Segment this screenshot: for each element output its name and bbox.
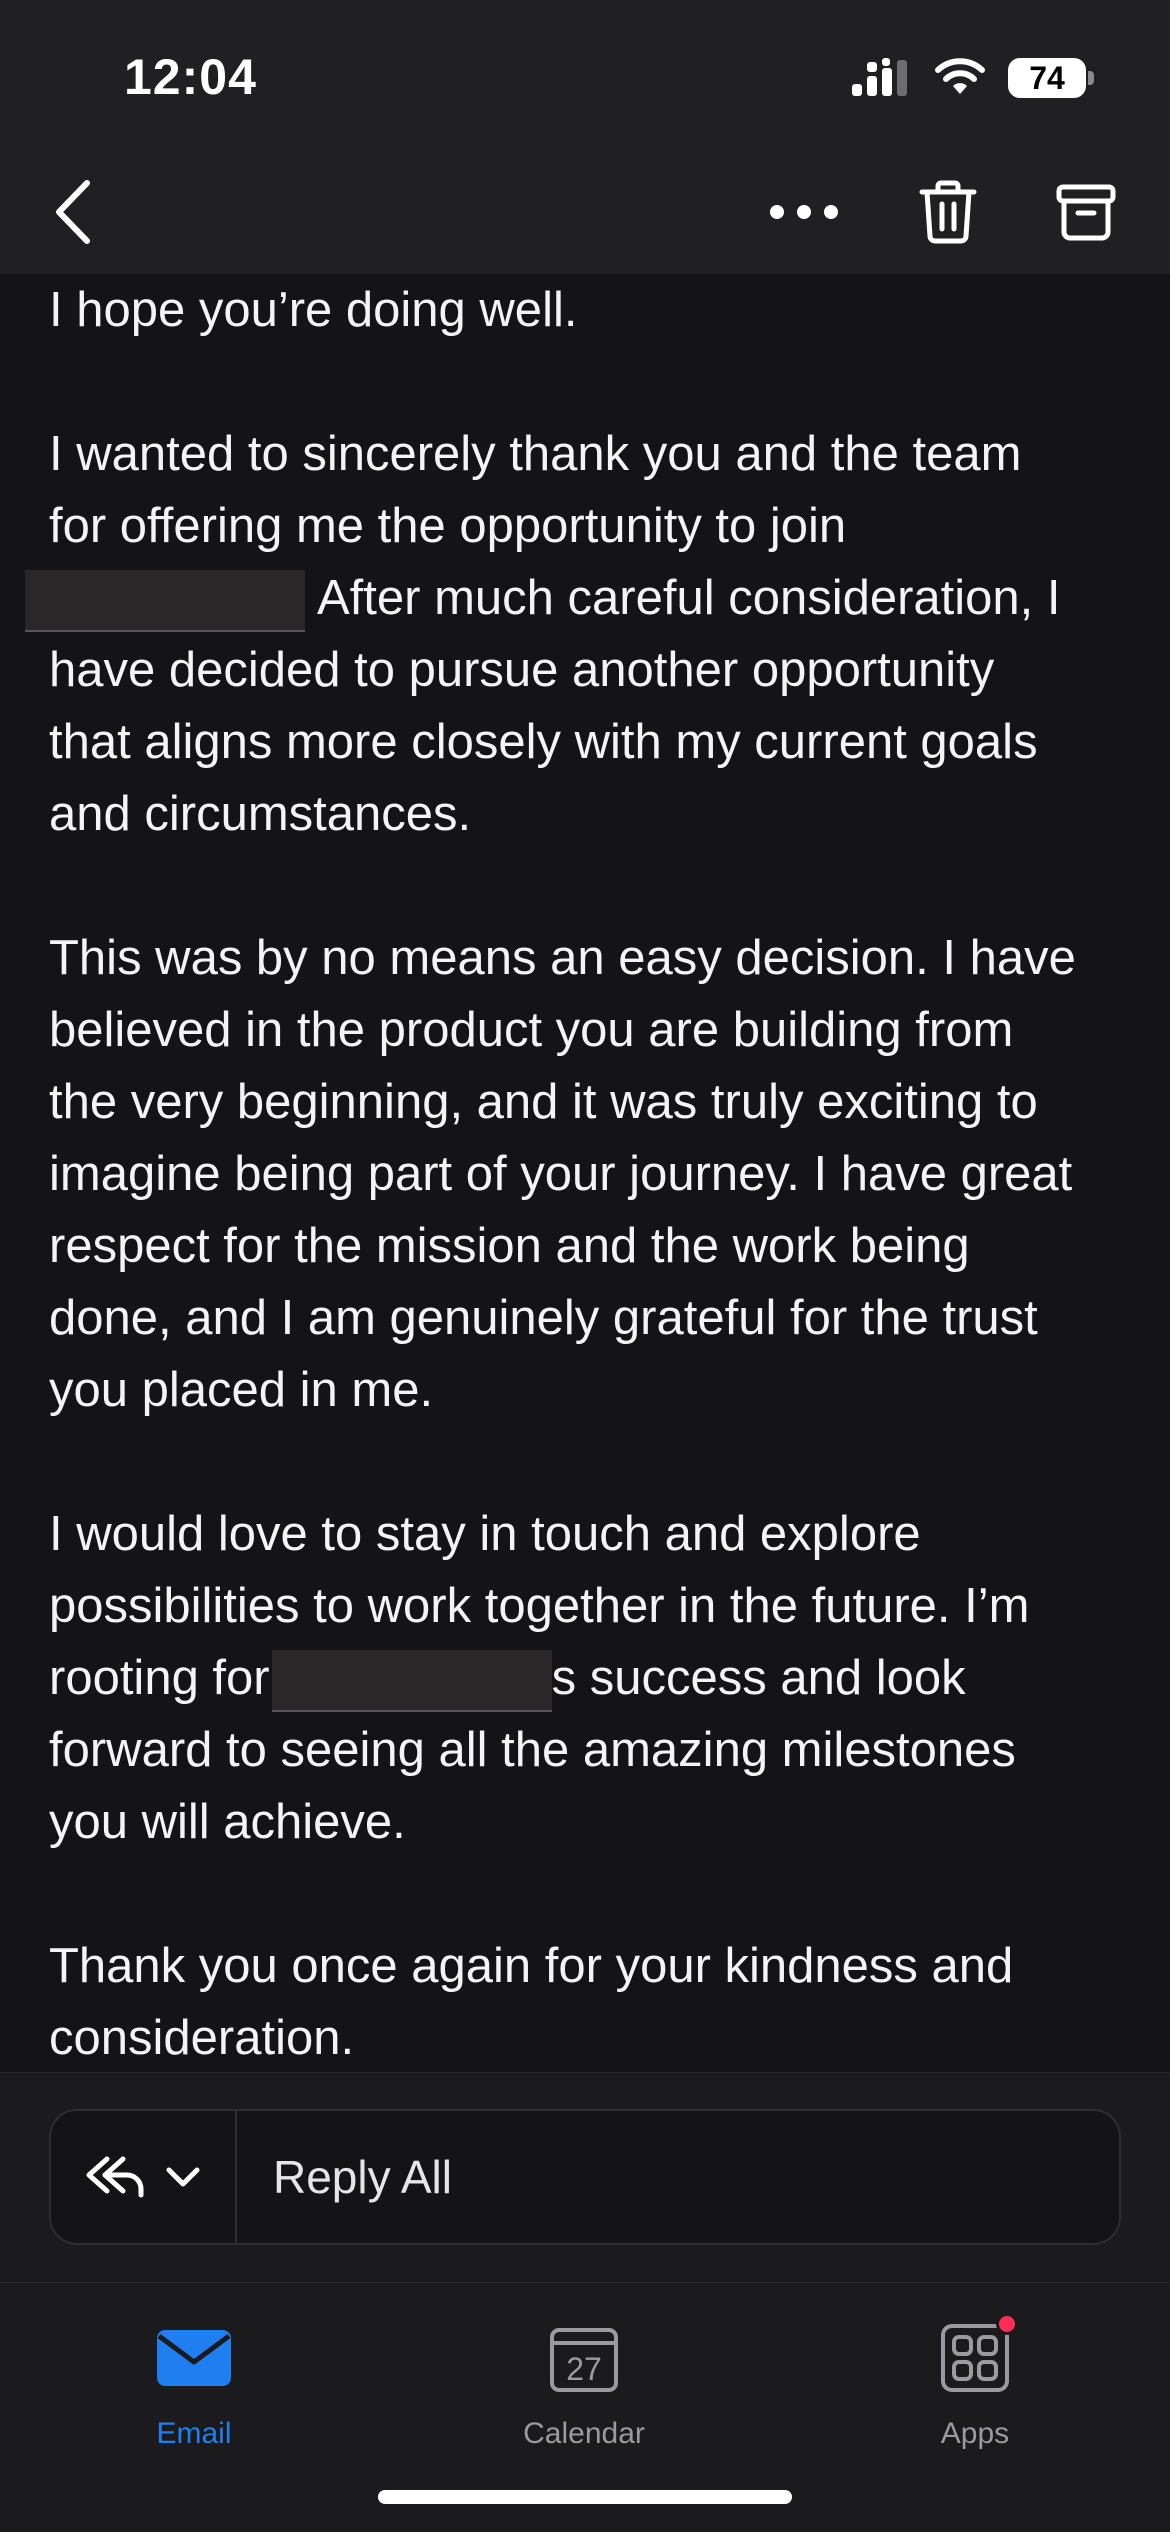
- email-text-segment: rooting for: [49, 1651, 270, 1705]
- email-text-segment: consideration.: [49, 2011, 355, 2065]
- email-text-segment: believed in the product you are building…: [49, 1003, 1014, 1057]
- message-toolbar: [0, 150, 1170, 274]
- reply-area: Reply All: [0, 2072, 1170, 2282]
- tab-calendar[interactable]: 27 Calendar: [464, 2303, 704, 2503]
- home-indicator: [378, 2490, 792, 2504]
- archive-icon: [1056, 184, 1116, 241]
- delete-button[interactable]: [908, 172, 988, 252]
- email-line: and circumstances.: [49, 778, 1129, 850]
- calendar-day: 27: [566, 2351, 602, 2387]
- reply-all-label[interactable]: Reply All: [237, 2150, 452, 2204]
- tab-calendar-label: Calendar: [523, 2417, 645, 2450]
- email-text-segment: done, and I am genuinely grateful for th…: [49, 1291, 1038, 1345]
- reply-type-selector[interactable]: [51, 2111, 237, 2243]
- email-line: rooting for s success and look: [49, 1642, 1129, 1714]
- mail-icon: [149, 2313, 239, 2403]
- email-text-segment: Thank you once again for your kindness a…: [49, 1939, 1014, 1993]
- email-line: After much careful consideration, I: [25, 562, 1129, 634]
- tab-apps-label: Apps: [940, 2417, 1010, 2450]
- email-line: respect for the mission and the work bei…: [49, 1210, 1129, 1282]
- email-paragraph: This was by no means an easy decision. I…: [49, 922, 1129, 1426]
- email-line: believed in the product you are building…: [49, 994, 1129, 1066]
- more-horizontal-icon: [770, 205, 838, 219]
- email-text-segment: the very beginning, and it was truly exc…: [49, 1075, 1038, 1129]
- email-text-segment: respect for the mission and the work bei…: [49, 1219, 970, 1273]
- email-line: that aligns more closely with my current…: [49, 706, 1129, 778]
- email-text-segment: This was by no means an easy decision. I…: [49, 931, 1076, 985]
- more-button[interactable]: [764, 172, 844, 252]
- email-paragraph: I hope you’re doing well.: [49, 274, 1129, 346]
- email-line: consideration.: [49, 2002, 1129, 2072]
- email-paragraph: I would love to stay in touch and explor…: [49, 1498, 1129, 1858]
- email-text-segment: have decided to pursue another opportuni…: [49, 643, 995, 697]
- trash-icon: [919, 180, 977, 244]
- email-line: done, and I am genuinely grateful for th…: [49, 1282, 1129, 1354]
- email-text-segment: After much careful consideration, I: [317, 571, 1061, 625]
- calendar-icon: 27: [539, 2313, 629, 2403]
- email-line: Thank you once again for your kindness a…: [49, 1930, 1129, 2002]
- email-line: possibilities to work together in the fu…: [49, 1570, 1129, 1642]
- chevron-left-icon: [56, 180, 90, 244]
- email-line: I would love to stay in touch and explor…: [49, 1498, 1129, 1570]
- apps-grid-icon: [930, 2313, 1020, 2403]
- email-line: for offering me the opportunity to join: [49, 490, 1129, 562]
- email-text-segment: that aligns more closely with my current…: [49, 715, 1038, 769]
- notification-badge: [996, 2313, 1018, 2335]
- email-line: I hope you’re doing well.: [49, 274, 1129, 346]
- redacted-text: [271, 1650, 552, 1713]
- email-paragraph: I wanted to sincerely thank you and the …: [25, 418, 1129, 850]
- email-paragraph: Thank you once again for your kindness a…: [49, 1930, 1129, 2072]
- email-line: you will achieve.: [49, 1786, 1129, 1858]
- email-line: imagine being part of your journey. I ha…: [49, 1138, 1129, 1210]
- email-line: the very beginning, and it was truly exc…: [49, 1066, 1129, 1138]
- wifi-icon: [935, 58, 985, 94]
- cellular-signal-icon: [852, 58, 907, 96]
- tab-apps[interactable]: Apps: [855, 2303, 1095, 2503]
- email-text-segment: s success and look: [551, 1651, 966, 1705]
- email-body: I hope you’re doing well. I wanted to sin…: [0, 274, 1170, 2072]
- email-line: have decided to pursue another opportuni…: [49, 634, 1129, 706]
- email-text-segment: I would love to stay in touch and explor…: [49, 1507, 921, 1561]
- email-text-segment: forward to seeing all the amazing milest…: [49, 1723, 1016, 1777]
- email-text-segment: I hope you’re doing well.: [49, 283, 578, 337]
- battery-tip: [1088, 71, 1094, 85]
- redacted-text: [25, 570, 305, 633]
- email-text-segment: you placed in me.: [49, 1363, 434, 1417]
- email-body-text: I hope you’re doing well. I wanted to sin…: [25, 274, 1129, 2072]
- archive-button[interactable]: [1046, 172, 1126, 252]
- email-line: I wanted to sincerely thank you and the …: [49, 418, 1129, 490]
- reply-all-icon: [86, 2156, 144, 2198]
- reply-bar[interactable]: Reply All: [49, 2109, 1121, 2245]
- email-text-segment: I wanted to sincerely thank you and the …: [49, 427, 1022, 481]
- email-line: This was by no means an easy decision. I…: [49, 922, 1129, 994]
- back-button[interactable]: [34, 172, 114, 252]
- status-time: 12:04: [124, 49, 257, 105]
- email-text-segment: possibilities to work together in the fu…: [49, 1579, 1030, 1633]
- email-screen: 12:04 74 I hope you’re doing well. I wan…: [0, 0, 1170, 2532]
- email-line: forward to seeing all the amazing milest…: [49, 1714, 1129, 1786]
- email-line: you placed in me.: [49, 1354, 1129, 1426]
- tab-email[interactable]: Email: [74, 2303, 314, 2503]
- status-bar: 12:04 74: [0, 0, 1170, 150]
- tab-email-label: Email: [156, 2417, 232, 2450]
- email-text-segment: and circumstances.: [49, 787, 472, 841]
- email-text-segment: imagine being part of your journey. I ha…: [49, 1147, 1073, 1201]
- top-bar: 12:04 74: [0, 0, 1170, 274]
- chevron-down-icon: [166, 2167, 200, 2187]
- email-text-segment: you will achieve.: [49, 1795, 406, 1849]
- battery-level: 74: [1029, 60, 1065, 96]
- battery-indicator: 74: [1008, 58, 1094, 98]
- email-text-segment: for offering me the opportunity to join: [49, 499, 847, 553]
